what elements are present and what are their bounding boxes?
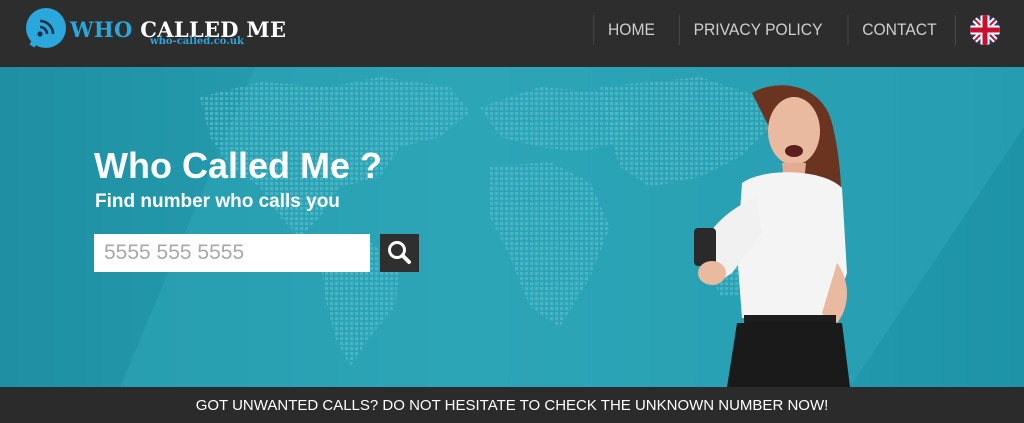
logo-domain: who-called.co.uk — [150, 36, 244, 47]
nav-home[interactable]: HOME — [593, 15, 668, 45]
hero-section: Who Called Me ? Find number who calls yo… — [0, 67, 1024, 387]
cta-banner: GOT UNWANTED CALLS? DO NOT HESITATE TO C… — [0, 387, 1024, 423]
top-navigation-bar: WHO CALLED ME who-called.co.uk HOME PRIV… — [0, 0, 1024, 67]
nav-divider — [955, 15, 956, 45]
main-nav: HOME PRIVACY POLICY CONTACT — [590, 14, 1024, 46]
search-icon — [388, 241, 411, 264]
wifi-bubble-icon — [26, 8, 66, 48]
site-logo[interactable]: WHO CALLED ME who-called.co.uk — [26, 8, 286, 56]
uk-flag-icon[interactable] — [970, 15, 1000, 45]
world-map-background — [120, 67, 1024, 387]
hero-subtitle: Find number who calls you — [95, 191, 340, 212]
hero-title: Who Called Me ? — [94, 145, 382, 186]
nav-contact[interactable]: CONTACT — [847, 15, 951, 45]
woman-with-phone-photo — [694, 85, 850, 387]
phone-number-search-input[interactable] — [94, 234, 370, 272]
search-button[interactable] — [380, 234, 419, 272]
cta-banner-text: GOT UNWANTED CALLS? DO NOT HESITATE TO C… — [195, 397, 829, 414]
nav-privacy-policy[interactable]: PRIVACY POLICY — [678, 15, 836, 45]
